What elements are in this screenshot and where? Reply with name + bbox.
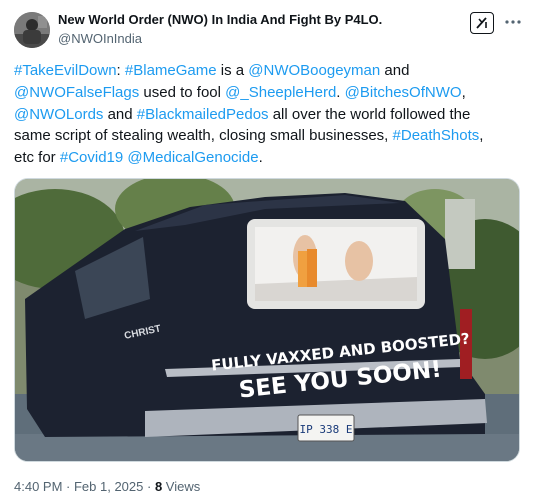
tweet-text-segment: . xyxy=(336,83,345,101)
author-handle[interactable]: @NWOInIndia xyxy=(58,31,142,46)
tweet-photo[interactable]: CHRIST FULLY VAXXED AND BOOSTED? SEE YOU… xyxy=(14,178,520,462)
tweet-time[interactable]: 4:40 PM xyxy=(14,479,62,494)
tweet-text-segment: all over the world followed the xyxy=(268,105,471,123)
tweet-text-segment: . xyxy=(258,149,263,167)
hashtag-link[interactable]: #TakeEvilDown xyxy=(14,62,117,79)
avatar[interactable] xyxy=(14,12,50,48)
mention-link[interactable]: @NWOFalseFlags xyxy=(14,84,139,101)
license-plate: IP 338 E xyxy=(300,423,353,436)
author-name[interactable]: New World Order (NWO) In India And Fight… xyxy=(58,12,382,27)
mention-link[interactable]: @NWOBoogeyman xyxy=(248,62,380,79)
tweet-text-segment: etc for xyxy=(14,149,60,167)
tweet-text-segment: same script of stealing wealth, closing … xyxy=(14,127,393,145)
tweet-text-segment: , xyxy=(461,83,466,101)
tweet-text-line: same script of stealing wealth, closing … xyxy=(14,125,519,147)
hashtag-link[interactable]: #Covid19 xyxy=(60,149,123,166)
tweet-text-line: @NWOFalseFlags used to fool @_SheepleHer… xyxy=(14,82,519,104)
mention-link[interactable]: @_SheepleHerd xyxy=(225,84,336,101)
hashtag-link[interactable]: #BlackmailedPedos xyxy=(137,106,269,123)
meta-separator: · xyxy=(62,479,74,494)
tweet-text-segment: and xyxy=(103,105,137,123)
tweet-text-segment: and xyxy=(380,62,410,79)
hashtag-link[interactable]: #DeathShots xyxy=(393,127,480,144)
views-label: Views xyxy=(162,479,201,494)
mention-link[interactable]: @BitchesOfNWO xyxy=(345,84,462,101)
tweet-meta: 4:40 PM · Feb 1, 2025 · 8 Views xyxy=(14,479,200,494)
tweet-card: New World Order (NWO) In India And Fight… xyxy=(0,0,535,497)
tweet-text-segment: , xyxy=(479,127,484,145)
grok-icon[interactable] xyxy=(470,12,494,34)
avatar-image xyxy=(14,12,50,48)
tweet-date[interactable]: Feb 1, 2025 xyxy=(74,479,143,494)
tweet-text: #TakeEvilDown: #BlameGame is a @NWOBooge… xyxy=(14,60,519,169)
mention-link[interactable]: @MedicalGenocide xyxy=(127,149,258,166)
tweet-text-line: etc for #Covid19 @MedicalGenocide. xyxy=(14,147,519,169)
tweet-text-line: @NWOLords and #BlackmailedPedos all over… xyxy=(14,104,519,126)
more-options-icon[interactable] xyxy=(502,11,524,33)
tweet-text-line: #TakeEvilDown: #BlameGame is a @NWOBooge… xyxy=(14,60,519,82)
mention-link[interactable]: @NWOLords xyxy=(14,106,103,123)
tweet-text-segment: used to fool xyxy=(139,83,226,101)
tweet-text-segment: is a xyxy=(216,62,249,79)
tweet-text-segment: : xyxy=(116,62,125,79)
hashtag-link[interactable]: #BlameGame xyxy=(125,62,217,79)
meta-separator: · xyxy=(143,479,155,494)
